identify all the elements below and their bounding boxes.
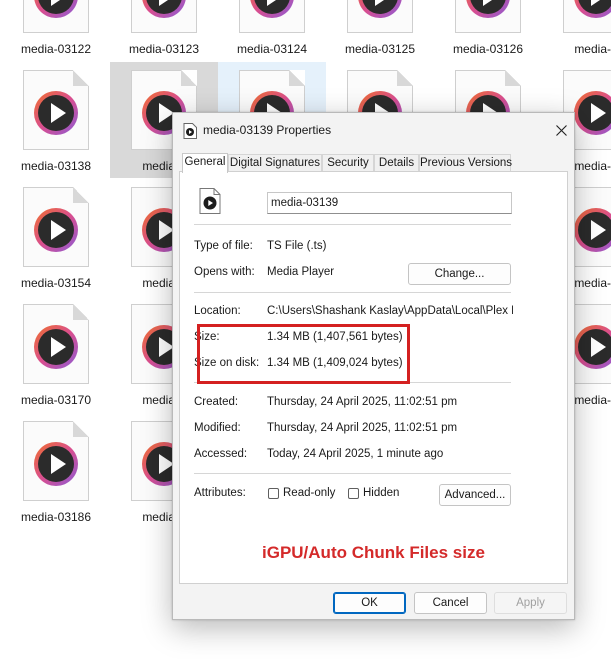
- size-label: Size:: [194, 331, 220, 343]
- play-icon: [34, 325, 78, 369]
- size-on-disk-value: 1.34 MB (1,409,024 bytes): [267, 357, 403, 369]
- page-fold: [289, 70, 305, 86]
- read-only-label[interactable]: Read-only: [283, 487, 335, 499]
- close-button[interactable]: [547, 117, 575, 143]
- file-name-label: media-03154: [20, 276, 92, 290]
- play-icon: [142, 0, 186, 18]
- tab-digital-signatures[interactable]: Digital Signatures: [228, 154, 322, 172]
- attributes-label: Attributes:: [194, 487, 246, 499]
- size-on-disk-label: Size on disk:: [194, 357, 260, 369]
- page-fold: [181, 70, 197, 86]
- location-label: Location:: [194, 305, 241, 317]
- file-name-label: media-03170: [20, 393, 92, 407]
- dialog-title: media-03139 Properties: [203, 123, 332, 137]
- hidden-checkbox[interactable]: [348, 488, 359, 499]
- type-value: TS File (.ts): [267, 240, 327, 252]
- play-icon: [466, 0, 510, 18]
- file-item[interactable]: media-03138: [2, 62, 110, 178]
- play-icon: [34, 0, 78, 18]
- tab-details[interactable]: Details: [374, 154, 419, 172]
- opens-with-value: Media Player: [267, 266, 335, 278]
- separator: [194, 292, 511, 293]
- modified-value: Thursday, 24 April 2025, 11:02:51 pm: [267, 422, 458, 434]
- file-name-input[interactable]: [267, 192, 512, 214]
- file-name-label: media-03123: [128, 42, 200, 56]
- file-name-label: media-03122: [20, 42, 92, 56]
- file-item[interactable]: media-03124: [218, 0, 326, 61]
- close-icon: [555, 124, 567, 136]
- play-icon: [574, 325, 611, 369]
- type-label: Type of file:: [194, 240, 253, 252]
- media-file-icon: [183, 123, 197, 139]
- play-icon: [574, 0, 611, 18]
- file-name-label: media-03126: [452, 42, 524, 56]
- size-value: 1.34 MB (1,407,561 bytes): [267, 331, 403, 343]
- play-icon: [358, 0, 402, 18]
- tab-security[interactable]: Security: [322, 154, 374, 172]
- file-item[interactable]: media-03126: [434, 0, 542, 61]
- file-name-label: media-03124: [236, 42, 308, 56]
- play-icon: [250, 0, 294, 18]
- play-icon: [34, 91, 78, 135]
- file-item[interactable]: media-03170: [2, 296, 110, 412]
- media-file-large-icon: [199, 188, 221, 214]
- location-value: C:\Users\Shashank Kaslay\AppData\Local\P…: [267, 305, 513, 317]
- modified-label: Modified:: [194, 422, 241, 434]
- cancel-button[interactable]: Cancel: [414, 592, 487, 614]
- tab-previous-versions[interactable]: Previous Versions: [419, 154, 512, 172]
- opens-with-label: Opens with:: [194, 266, 255, 278]
- play-icon: [574, 91, 611, 135]
- annotation-caption: iGPU/Auto Chunk Files size: [262, 543, 485, 562]
- accessed-value: Today, 24 April 2025, 1 minute ago: [267, 448, 444, 460]
- change-button[interactable]: Change...: [408, 263, 511, 285]
- file-name-label: media-03138: [20, 159, 92, 173]
- page-fold: [397, 70, 413, 86]
- page-fold: [505, 70, 521, 86]
- tab-general[interactable]: General: [182, 153, 228, 173]
- page-fold: [73, 187, 89, 203]
- separator: [194, 473, 511, 474]
- page-fold: [73, 70, 89, 86]
- accessed-label: Accessed:: [194, 448, 248, 460]
- apply-button[interactable]: Apply: [494, 592, 567, 614]
- file-name-label: media-03186: [20, 510, 92, 524]
- play-icon: [34, 208, 78, 252]
- created-value: Thursday, 24 April 2025, 11:02:51 pm: [267, 396, 458, 408]
- read-only-checkbox[interactable]: [268, 488, 279, 499]
- file-item[interactable]: media-03123: [110, 0, 218, 61]
- play-icon: [34, 442, 78, 486]
- advanced-button[interactable]: Advanced...: [439, 484, 511, 506]
- file-item[interactable]: media-03154: [2, 179, 110, 295]
- file-item[interactable]: media-03122: [2, 0, 110, 61]
- file-item[interactable]: media-03186: [2, 413, 110, 529]
- ok-button[interactable]: OK: [333, 592, 406, 614]
- file-item[interactable]: media-03125: [326, 0, 434, 61]
- file-name-label: media-03125: [344, 42, 416, 56]
- separator: [194, 224, 511, 225]
- file-item[interactable]: media-0: [542, 0, 611, 61]
- created-label: Created:: [194, 396, 239, 408]
- hidden-label[interactable]: Hidden: [363, 487, 399, 499]
- properties-dialog: media-03139 Properties General Digital S…: [172, 112, 575, 620]
- file-name-label: media-0: [574, 42, 611, 56]
- play-icon: [574, 208, 611, 252]
- separator: [194, 382, 511, 383]
- general-tab-panel: Type of file: TS File (.ts) Opens with: …: [179, 171, 568, 584]
- page-fold: [73, 304, 89, 320]
- page-fold: [73, 421, 89, 437]
